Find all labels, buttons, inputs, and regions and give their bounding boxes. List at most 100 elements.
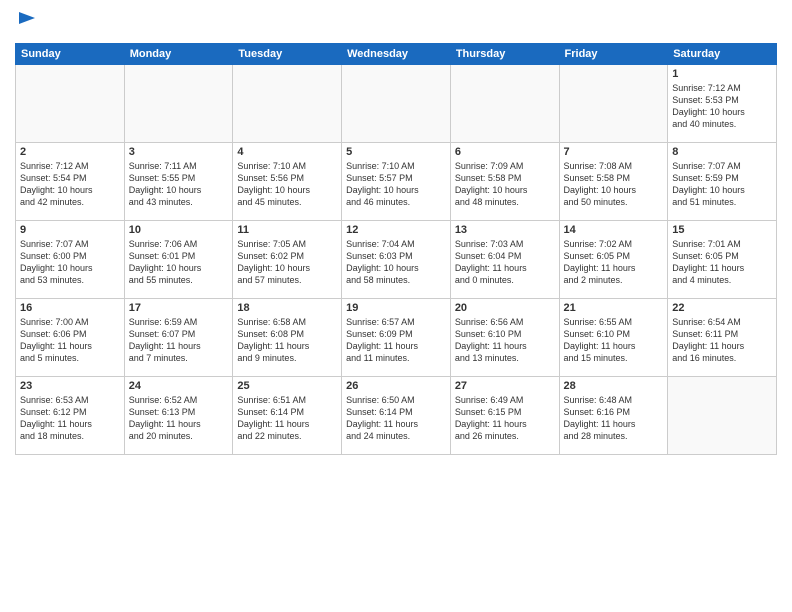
day-info: Sunrise: 7:10 AM Sunset: 5:57 PM Dayligh… [346, 160, 446, 209]
weekday-header-thursday: Thursday [450, 43, 559, 64]
day-number: 28 [564, 380, 664, 392]
day-info: Sunrise: 7:12 AM Sunset: 5:54 PM Dayligh… [20, 160, 120, 209]
week-row-3: 9Sunrise: 7:07 AM Sunset: 6:00 PM Daylig… [16, 220, 777, 298]
day-number: 14 [564, 224, 664, 236]
day-number: 16 [20, 302, 120, 314]
calendar-cell: 13 Sunrise: 7:03 AM Sunset: 6:04 PM Dayli… [450, 220, 559, 298]
day-number: 21 [564, 302, 664, 314]
calendar-cell: 27 Sunrise: 6:49 AM Sunset: 6:15 PM Dayli… [450, 376, 559, 454]
day-info: Sunrise: 7:07 AM Sunset: 5:59 PM Dayligh… [672, 160, 772, 209]
weekday-header-tuesday: Tuesday [233, 43, 342, 64]
calendar-cell: 8 Sunrise: 7:07 AM Sunset: 5:59 PM Daylig… [668, 142, 777, 220]
day-info: Sunrise: 7:12 AM Sunset: 5:53 PM Dayligh… [672, 82, 772, 131]
day-info: Sunrise: 7:09 AM Sunset: 5:58 PM Dayligh… [455, 160, 555, 209]
day-info: Sunrise: 6:59 AM Sunset: 6:07 PM Dayligh… [129, 316, 229, 365]
calendar: SundayMondayTuesdayWednesdayThursdayFrid… [15, 43, 777, 455]
day-info: Sunrise: 7:08 AM Sunset: 5:58 PM Dayligh… [564, 160, 664, 209]
page: SundayMondayTuesdayWednesdayThursdayFrid… [0, 0, 792, 612]
day-number: 4 [237, 146, 337, 158]
day-info: Sunrise: 7:00 AM Sunset: 6:06 PM Dayligh… [20, 316, 120, 365]
weekday-header-wednesday: Wednesday [342, 43, 451, 64]
calendar-cell: 26 Sunrise: 6:50 AM Sunset: 6:14 PM Dayli… [342, 376, 451, 454]
day-number: 11 [237, 224, 337, 236]
day-number: 6 [455, 146, 555, 158]
day-number: 1 [672, 68, 772, 80]
calendar-cell [124, 64, 233, 142]
logo [15, 10, 39, 37]
calendar-cell: 18 Sunrise: 6:58 AM Sunset: 6:08 PM Dayli… [233, 298, 342, 376]
day-number: 12 [346, 224, 446, 236]
day-info: Sunrise: 6:55 AM Sunset: 6:10 PM Dayligh… [564, 316, 664, 365]
day-number: 8 [672, 146, 772, 158]
calendar-cell: 28Sunrise: 6:48 AM Sunset: 6:16 PM Dayli… [559, 376, 668, 454]
day-number: 15 [672, 224, 772, 236]
calendar-cell: 9Sunrise: 7:07 AM Sunset: 6:00 PM Daylig… [16, 220, 125, 298]
weekday-header-row: SundayMondayTuesdayWednesdayThursdayFrid… [16, 43, 777, 64]
day-number: 10 [129, 224, 229, 236]
day-info: Sunrise: 6:52 AM Sunset: 6:13 PM Dayligh… [129, 394, 229, 443]
day-info: Sunrise: 6:57 AM Sunset: 6:09 PM Dayligh… [346, 316, 446, 365]
day-info: Sunrise: 7:02 AM Sunset: 6:05 PM Dayligh… [564, 238, 664, 287]
day-info: Sunrise: 6:51 AM Sunset: 6:14 PM Dayligh… [237, 394, 337, 443]
week-row-4: 16 Sunrise: 7:00 AM Sunset: 6:06 PM Dayli… [16, 298, 777, 376]
day-number: 27 [455, 380, 555, 392]
day-number: 13 [455, 224, 555, 236]
day-number: 22 [672, 302, 772, 314]
calendar-cell: 4 Sunrise: 7:10 AM Sunset: 5:56 PM Daylig… [233, 142, 342, 220]
logo-flag-icon [17, 10, 39, 32]
calendar-cell [559, 64, 668, 142]
day-number: 25 [237, 380, 337, 392]
day-number: 19 [346, 302, 446, 314]
calendar-cell: 22 Sunrise: 6:54 AM Sunset: 6:11 PM Dayli… [668, 298, 777, 376]
weekday-header-sunday: Sunday [16, 43, 125, 64]
calendar-body: 1 Sunrise: 7:12 AM Sunset: 5:53 PM Daylig… [16, 64, 777, 454]
day-number: 2 [20, 146, 120, 158]
day-info: Sunrise: 7:11 AM Sunset: 5:55 PM Dayligh… [129, 160, 229, 209]
day-number: 26 [346, 380, 446, 392]
day-info: Sunrise: 7:01 AM Sunset: 6:05 PM Dayligh… [672, 238, 772, 287]
calendar-cell [668, 376, 777, 454]
calendar-cell: 1 Sunrise: 7:12 AM Sunset: 5:53 PM Daylig… [668, 64, 777, 142]
calendar-cell: 11 Sunrise: 7:05 AM Sunset: 6:02 PM Dayli… [233, 220, 342, 298]
calendar-cell: 21 Sunrise: 6:55 AM Sunset: 6:10 PM Dayli… [559, 298, 668, 376]
weekday-header-friday: Friday [559, 43, 668, 64]
calendar-cell: 16 Sunrise: 7:00 AM Sunset: 6:06 PM Dayli… [16, 298, 125, 376]
day-info: Sunrise: 7:10 AM Sunset: 5:56 PM Dayligh… [237, 160, 337, 209]
day-number: 18 [237, 302, 337, 314]
week-row-1: 1 Sunrise: 7:12 AM Sunset: 5:53 PM Daylig… [16, 64, 777, 142]
day-info: Sunrise: 6:54 AM Sunset: 6:11 PM Dayligh… [672, 316, 772, 365]
calendar-cell: 7 Sunrise: 7:08 AM Sunset: 5:58 PM Daylig… [559, 142, 668, 220]
calendar-cell: 19 Sunrise: 6:57 AM Sunset: 6:09 PM Dayli… [342, 298, 451, 376]
day-info: Sunrise: 7:03 AM Sunset: 6:04 PM Dayligh… [455, 238, 555, 287]
day-info: Sunrise: 6:58 AM Sunset: 6:08 PM Dayligh… [237, 316, 337, 365]
day-number: 3 [129, 146, 229, 158]
calendar-cell [16, 64, 125, 142]
weekday-header-monday: Monday [124, 43, 233, 64]
day-number: 24 [129, 380, 229, 392]
header [15, 10, 777, 37]
week-row-5: 23 Sunrise: 6:53 AM Sunset: 6:12 PM Dayli… [16, 376, 777, 454]
calendar-cell: 12 Sunrise: 7:04 AM Sunset: 6:03 PM Dayli… [342, 220, 451, 298]
calendar-cell: 10 Sunrise: 7:06 AM Sunset: 6:01 PM Dayli… [124, 220, 233, 298]
calendar-cell: 24 Sunrise: 6:52 AM Sunset: 6:13 PM Dayli… [124, 376, 233, 454]
day-info: Sunrise: 7:07 AM Sunset: 6:00 PM Dayligh… [20, 238, 120, 287]
calendar-cell [342, 64, 451, 142]
day-info: Sunrise: 6:53 AM Sunset: 6:12 PM Dayligh… [20, 394, 120, 443]
calendar-cell: 15 Sunrise: 7:01 AM Sunset: 6:05 PM Dayli… [668, 220, 777, 298]
calendar-cell: 2 Sunrise: 7:12 AM Sunset: 5:54 PM Daylig… [16, 142, 125, 220]
day-info: Sunrise: 7:06 AM Sunset: 6:01 PM Dayligh… [129, 238, 229, 287]
day-info: Sunrise: 6:50 AM Sunset: 6:14 PM Dayligh… [346, 394, 446, 443]
calendar-cell [450, 64, 559, 142]
day-number: 23 [20, 380, 120, 392]
day-info: Sunrise: 6:49 AM Sunset: 6:15 PM Dayligh… [455, 394, 555, 443]
day-info: Sunrise: 6:56 AM Sunset: 6:10 PM Dayligh… [455, 316, 555, 365]
calendar-cell [233, 64, 342, 142]
day-number: 20 [455, 302, 555, 314]
day-number: 17 [129, 302, 229, 314]
day-info: Sunrise: 7:05 AM Sunset: 6:02 PM Dayligh… [237, 238, 337, 287]
day-number: 7 [564, 146, 664, 158]
calendar-cell: 6 Sunrise: 7:09 AM Sunset: 5:58 PM Daylig… [450, 142, 559, 220]
calendar-cell: 3 Sunrise: 7:11 AM Sunset: 5:55 PM Daylig… [124, 142, 233, 220]
day-info: Sunrise: 7:04 AM Sunset: 6:03 PM Dayligh… [346, 238, 446, 287]
weekday-header-saturday: Saturday [668, 43, 777, 64]
